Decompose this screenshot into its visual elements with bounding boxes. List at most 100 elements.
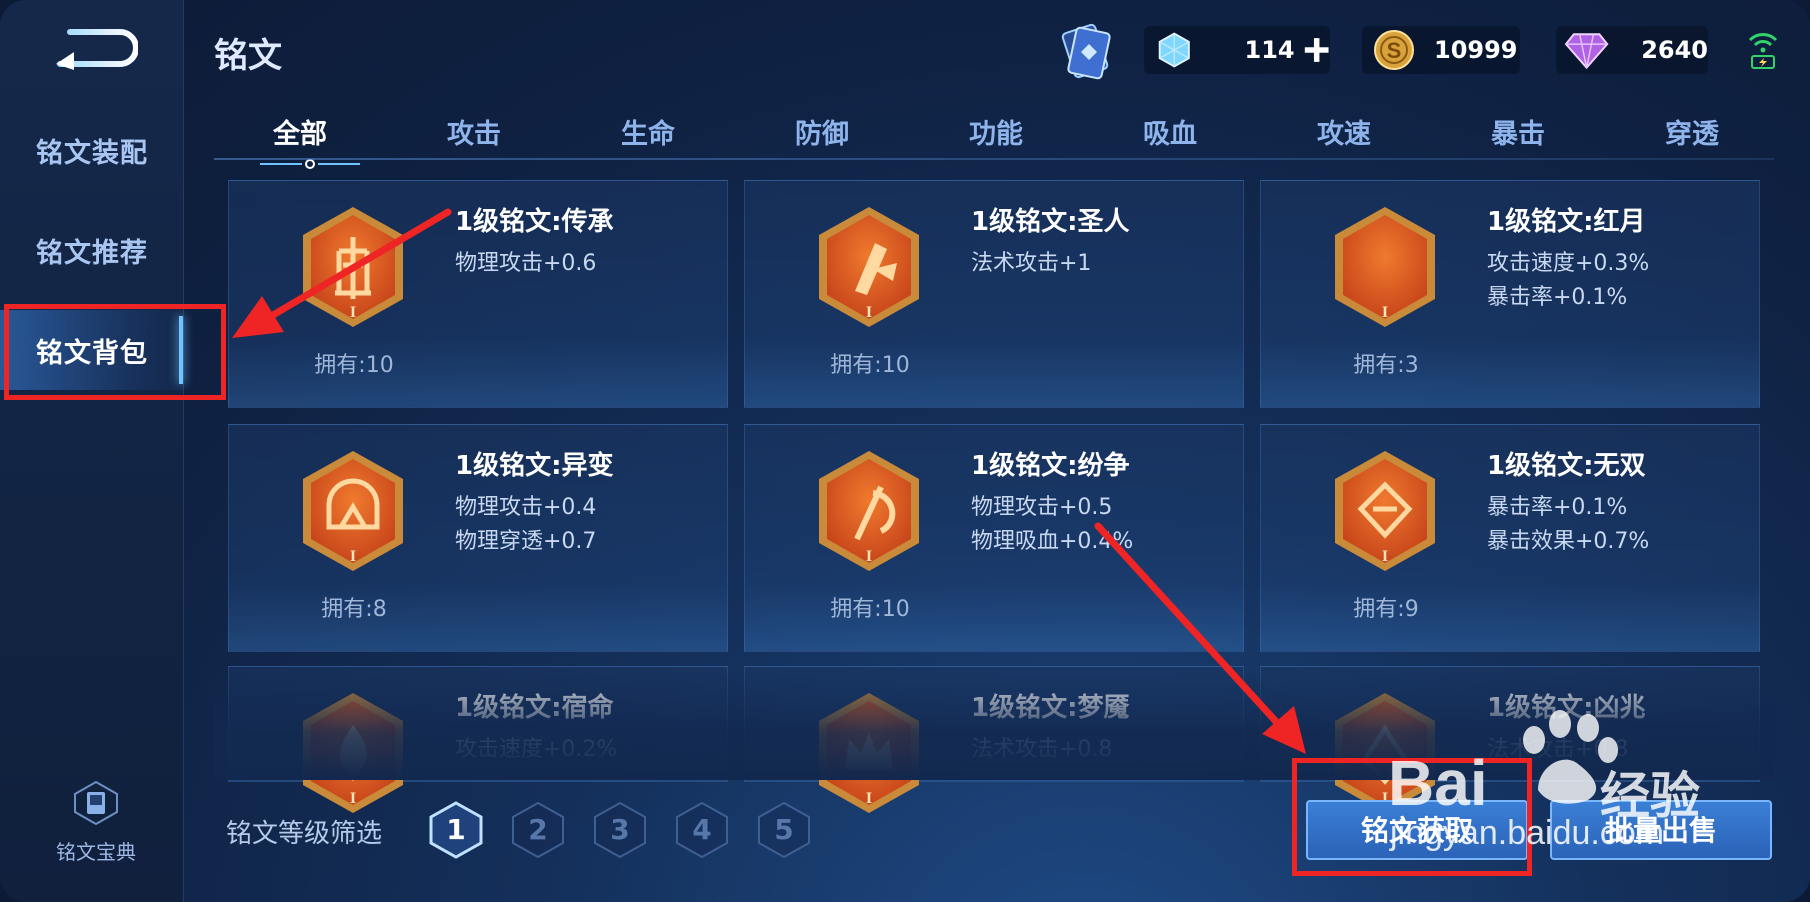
- inscription-name: 1级铭文:宿命: [455, 693, 614, 723]
- highlight-box-acquire: [1292, 758, 1532, 876]
- inscription-card[interactable]: I 1级铭文:梦魇 法术攻击+0.8: [744, 666, 1244, 813]
- inscription-name: 1级铭文:无双: [1487, 451, 1646, 481]
- level-filter-5[interactable]: 5: [756, 800, 812, 860]
- tab-lifesteal[interactable]: 吸血: [1100, 112, 1240, 151]
- level-filter-label: 铭文等级筛选: [226, 819, 383, 849]
- tab-critical[interactable]: 暴击: [1448, 112, 1588, 151]
- inscription-name: 1级铭文:圣人: [971, 207, 1130, 237]
- svg-text:I: I: [350, 548, 356, 565]
- svg-text:S: S: [1387, 38, 1402, 63]
- level-filter-1[interactable]: 1: [428, 800, 484, 860]
- inscription-name: 1级铭文:异变: [455, 451, 614, 481]
- ice-crystal-icon: [1158, 32, 1190, 68]
- inscription-card[interactable]: I 1级铭文:异变 物理攻击+0.4 物理穿透+0.7 拥有:8: [228, 424, 728, 652]
- inscription-card[interactable]: I 1级铭文:圣人法术攻击+1 拥有:10: [744, 180, 1244, 408]
- tab-label: 攻速: [1317, 119, 1371, 150]
- inscription-stat: 物理攻击+0.6: [455, 251, 597, 276]
- svg-text:I: I: [866, 790, 872, 807]
- sidebar-item-recommend[interactable]: 铭文推荐: [0, 210, 183, 290]
- owned-count: 拥有:10: [314, 353, 394, 378]
- codex-label: 铭文宝典: [56, 840, 136, 864]
- currency-gold: S 10999: [1362, 26, 1520, 74]
- tab-penetration[interactable]: 穿透: [1622, 112, 1762, 151]
- inscription-stat: 暴击率+0.1%: [1487, 495, 1628, 520]
- svg-text:I: I: [866, 548, 872, 565]
- inscription-emblem-icon: I: [303, 693, 403, 813]
- sidebar: 铭文装配 铭文推荐 铭文背包 铭文宝典: [0, 0, 184, 902]
- level-label: 4: [692, 813, 712, 846]
- diamond-icon: [1564, 33, 1609, 70]
- page-title: 铭文: [214, 36, 282, 76]
- svg-text:I: I: [350, 304, 356, 321]
- tab-label: 吸血: [1143, 119, 1197, 150]
- sidebar-item-label: 铭文装配: [36, 137, 148, 169]
- inscription-name: 1级铭文:梦魇: [971, 693, 1130, 723]
- highlight-box-backpack: [4, 304, 226, 400]
- bulk-sell-button[interactable]: 批量出售: [1550, 800, 1772, 860]
- tab-label: 暴击: [1491, 119, 1545, 150]
- tab-label: 生命: [621, 119, 675, 150]
- tab-label: 功能: [969, 119, 1023, 150]
- currency-value: 2640: [1641, 36, 1708, 64]
- tab-health[interactable]: 生命: [578, 112, 718, 151]
- owned-count: 拥有:10: [830, 353, 910, 378]
- plus-icon[interactable]: [1303, 35, 1330, 65]
- currency-diamond: 2640: [1556, 26, 1708, 74]
- inscription-card[interactable]: I 1级铭文:红月攻击速度+0.3% 暴击率+0.1% 拥有:3: [1260, 180, 1760, 408]
- level-filter-2[interactable]: 2: [510, 800, 566, 860]
- inscription-stat: 攻击速度+0.2%: [455, 737, 618, 762]
- inscription-card[interactable]: I 1级铭文:纷争 物理攻击+0.5 物理吸血+0.4% 拥有:10: [744, 424, 1244, 652]
- inscription-card[interactable]: I 1级铭文:无双 暴击率+0.1% 暴击效果+0.7% 拥有:9: [1260, 424, 1760, 652]
- svg-text:I: I: [866, 304, 872, 321]
- tab-label: 穿透: [1665, 119, 1719, 150]
- book-icon: [74, 780, 118, 826]
- inscription-emblem-icon: I: [1335, 451, 1435, 571]
- level-label: 3: [610, 813, 630, 846]
- inscription-stat: 物理吸血+0.4%: [971, 529, 1134, 554]
- inscription-emblem-icon: I: [303, 207, 403, 327]
- game-screen: 铭文装配 铭文推荐 铭文背包 铭文宝典 铭文 114 S 10999 2640 …: [0, 0, 1810, 902]
- back-arrow-icon[interactable]: [52, 26, 138, 70]
- tab-attack-speed[interactable]: 攻速: [1274, 112, 1414, 151]
- owned-count: 拥有:9: [1353, 597, 1419, 622]
- owned-count: 拥有:10: [830, 597, 910, 622]
- codex-button[interactable]: 铭文宝典: [48, 780, 144, 865]
- tab-label: 防御: [795, 119, 849, 150]
- owned-count: 拥有:3: [1353, 353, 1419, 378]
- inscription-emblem-icon: I: [1335, 207, 1435, 327]
- level-label: 1: [446, 813, 466, 846]
- tab-utility[interactable]: 功能: [926, 112, 1066, 151]
- sidebar-item-label: 铭文推荐: [36, 237, 148, 269]
- svg-text:I: I: [350, 790, 356, 807]
- inscription-name: 1级铭文:纷争: [971, 451, 1130, 481]
- owned-count: 拥有:8: [321, 597, 387, 622]
- tab-attack[interactable]: 攻击: [404, 112, 544, 151]
- inscription-stat: 物理攻击+0.4: [455, 495, 597, 520]
- inscription-card[interactable]: I 1级铭文:宿命攻击速度+0.2%: [228, 666, 728, 813]
- inscription-name: 1级铭文:凶兆: [1487, 693, 1646, 723]
- inscription-emblem-icon: I: [819, 207, 919, 327]
- tab-all[interactable]: 全部: [230, 112, 370, 169]
- tab-defense[interactable]: 防御: [752, 112, 892, 151]
- sidebar-item-equip[interactable]: 铭文装配: [0, 110, 183, 190]
- currency-ice: 114: [1144, 26, 1330, 74]
- gold-coin-icon: S: [1374, 30, 1414, 70]
- inscription-stat: 暴击率+0.1%: [1487, 285, 1628, 310]
- currency-value: 114: [1244, 36, 1295, 64]
- wifi-battery-icon: [1748, 33, 1778, 69]
- inscription-emblem-icon: I: [819, 693, 919, 813]
- svg-text:I: I: [1382, 304, 1388, 321]
- inscription-stat: 攻击速度+0.3%: [1487, 251, 1650, 276]
- level-filter-4[interactable]: 4: [674, 800, 730, 860]
- category-tabs: 全部 攻击 生命 防御 功能 吸血 攻速 暴击 穿透: [218, 104, 1774, 169]
- inscription-emblem-icon: I: [819, 451, 919, 571]
- inscription-card[interactable]: I 1级铭文:传承 物理攻击+0.6 拥有:10: [228, 180, 728, 408]
- inscription-emblem-icon: I: [303, 451, 403, 571]
- card-collection-icon[interactable]: [1054, 22, 1118, 82]
- tab-label: 攻击: [447, 119, 501, 150]
- tabs-divider: [214, 158, 1774, 160]
- level-label: 5: [774, 813, 794, 846]
- inscription-name: 1级铭文:红月: [1487, 207, 1646, 237]
- inscription-stat: 法术攻击+1: [971, 251, 1092, 276]
- level-filter-3[interactable]: 3: [592, 800, 648, 860]
